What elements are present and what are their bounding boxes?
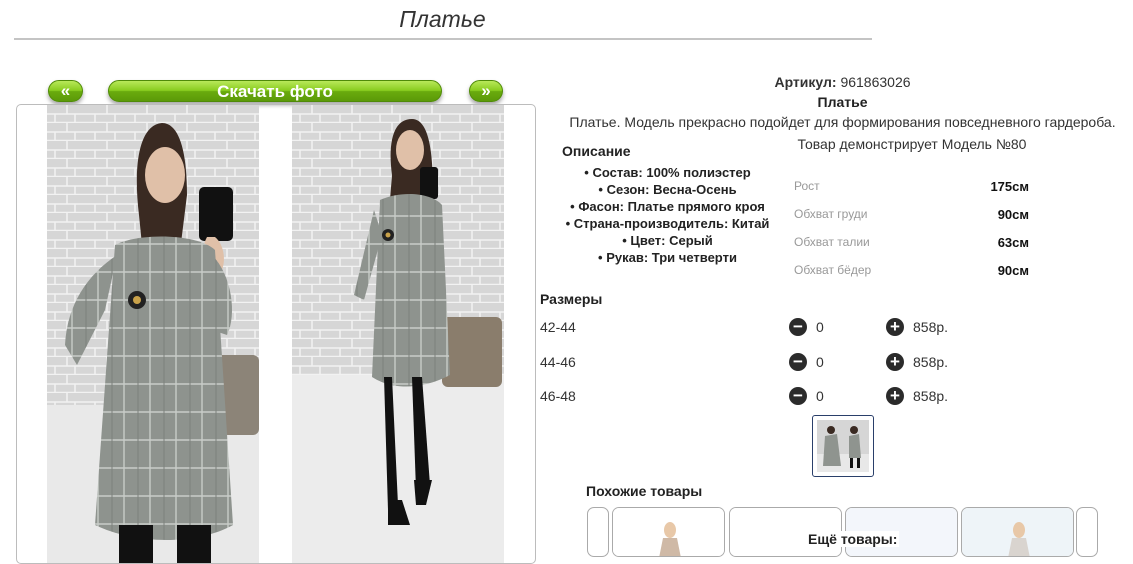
plus-circle-icon[interactable]: + — [886, 387, 904, 405]
photo-thumbnail[interactable] — [812, 415, 874, 477]
page-title: Платье — [399, 6, 486, 32]
measurement-label: Обхват бёдер — [794, 263, 872, 277]
measurement-value: 90см — [997, 263, 1029, 278]
measurement-label: Обхват груди — [794, 207, 868, 221]
article-line: Артикул: 961863026 — [690, 74, 995, 90]
plus-circle-icon[interactable]: + — [886, 318, 904, 336]
size-label: 46-48 — [540, 388, 576, 404]
property-list: Состав: 100% полиэстер Сезон: Весна-Осен… — [540, 164, 795, 266]
model-title: Товар демонстрирует Модель №80 — [797, 136, 1027, 152]
price-value: 858р. — [913, 388, 949, 404]
quantity-value: 0 — [816, 388, 824, 404]
price-value: 858р. — [913, 354, 949, 370]
download-photo-button[interactable]: Скачать фото — [108, 80, 442, 102]
sizes-heading: Размеры — [540, 291, 603, 307]
similar-products-heading: Похожие товары — [586, 483, 703, 499]
measurement-value: 90см — [997, 207, 1029, 222]
plus-circle-icon[interactable]: + — [886, 353, 904, 371]
description-heading: Описание — [562, 143, 631, 159]
prev-photo-button[interactable]: « — [48, 80, 83, 102]
property-item: Фасон: Платье прямого кроя — [540, 198, 795, 215]
measurement-value: 63см — [997, 235, 1029, 250]
size-label: 42-44 — [540, 319, 576, 335]
product-name: Платье — [817, 94, 868, 110]
minus-circle-icon[interactable]: − — [789, 387, 807, 405]
property-item: Рукав: Три четверти — [540, 249, 795, 266]
quantity-value: 0 — [816, 354, 824, 370]
price-value: 858р. — [913, 319, 949, 335]
property-item: Цвет: Серый — [540, 232, 795, 249]
minus-circle-icon[interactable]: − — [789, 353, 807, 371]
more-products-label[interactable]: Ещё товары: — [806, 531, 900, 547]
size-label: 44-46 — [540, 354, 576, 370]
title-divider — [14, 38, 872, 40]
measurement-label: Рост — [794, 179, 820, 193]
minus-circle-icon[interactable]: − — [789, 318, 807, 336]
property-item: Страна-производитель: Китай — [540, 215, 795, 232]
measurement-value: 175см — [990, 179, 1029, 194]
article-label: Артикул: — [774, 74, 837, 90]
property-item: Состав: 100% полиэстер — [540, 164, 795, 181]
article-value: 961863026 — [840, 74, 911, 90]
product-photo-front — [47, 105, 259, 563]
measurement-label: Обхват талии — [794, 235, 870, 249]
next-photo-button[interactable]: » — [469, 80, 503, 102]
property-item: Сезон: Весна-Осень — [540, 181, 795, 198]
product-short-description: Платье. Модель прекрасно подойдет для фо… — [569, 114, 1116, 130]
quantity-value: 0 — [816, 319, 824, 335]
product-photo-side — [292, 105, 504, 563]
photo-viewer[interactable] — [16, 104, 536, 564]
